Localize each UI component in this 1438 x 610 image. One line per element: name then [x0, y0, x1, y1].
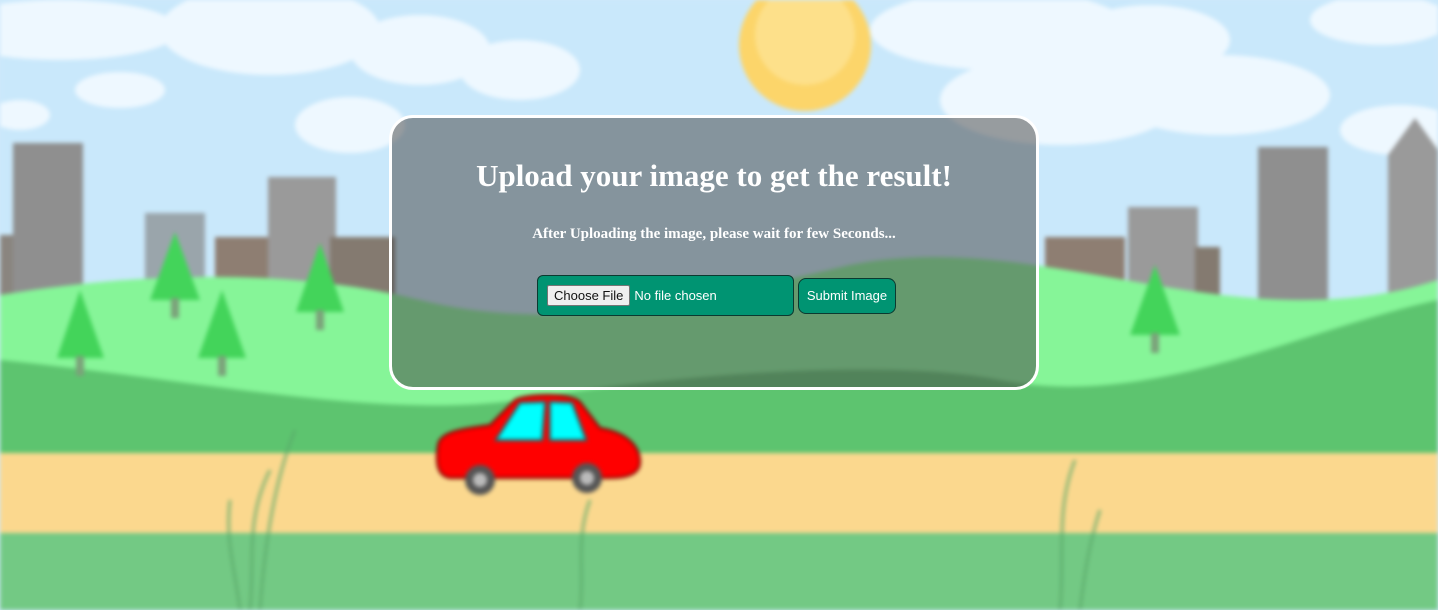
upload-panel: Upload your image to get the result! Aft…	[389, 115, 1039, 390]
file-status-text: No file chosen	[634, 288, 717, 303]
wait-notice: After Uploading the image, please wait f…	[532, 226, 896, 242]
submit-image-button[interactable]: Submit Image	[798, 278, 896, 314]
choose-file-button[interactable]: Choose File	[547, 285, 631, 306]
page-title: Upload your image to get the result!	[476, 158, 952, 193]
page-background: Upload your image to get the result! Aft…	[0, 0, 1438, 610]
road	[0, 453, 1438, 535]
grass	[0, 533, 1438, 610]
file-input[interactable]: Choose File No file chosen	[537, 275, 794, 316]
